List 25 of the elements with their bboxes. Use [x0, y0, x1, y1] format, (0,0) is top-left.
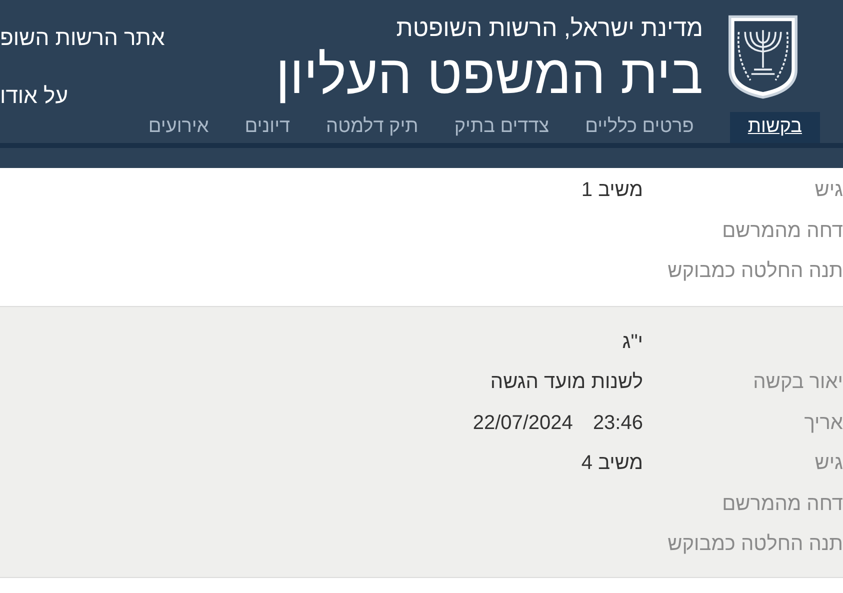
- field-label: גיש: [814, 179, 843, 202]
- field-value: משיב 4: [581, 451, 643, 476]
- tab[interactable]: אירועים: [148, 112, 209, 143]
- tab[interactable]: תיק דלמטה: [326, 112, 418, 143]
- field-label: תנה החלטה כמבוקש: [668, 260, 843, 282]
- field-label: תנה החלטה כמבוקש: [668, 533, 843, 556]
- tab[interactable]: דיונים: [244, 112, 290, 143]
- field-value: משיב 1: [581, 178, 643, 204]
- emblem-icon: [727, 14, 799, 100]
- site-title: בית המשפט העליון: [276, 44, 703, 106]
- field-value: י"ג: [622, 330, 643, 355]
- header-link[interactable]: על אודו: [0, 82, 68, 110]
- subtitle: מדינת ישראל, הרשות השופטת: [395, 14, 703, 44]
- field-label: דחה מהמרשם: [722, 492, 843, 515]
- tab[interactable]: בקשות: [730, 112, 820, 143]
- field-value: 23:46: [592, 410, 643, 436]
- field-label: יאור בקשה: [753, 371, 843, 394]
- field-value: לשנות מועד הגשה: [490, 370, 643, 396]
- tab[interactable]: פרטים כלליים: [585, 112, 694, 143]
- field-label: דחה מהמרשם: [722, 220, 843, 242]
- tab[interactable]: צדדים בתיק: [454, 112, 550, 143]
- header-link[interactable]: אתר הרשות השופ: [0, 24, 165, 52]
- field-label: אריך: [804, 412, 843, 434]
- field-label: גיש: [814, 452, 843, 474]
- field-value: 22/07/2024: [472, 410, 573, 436]
